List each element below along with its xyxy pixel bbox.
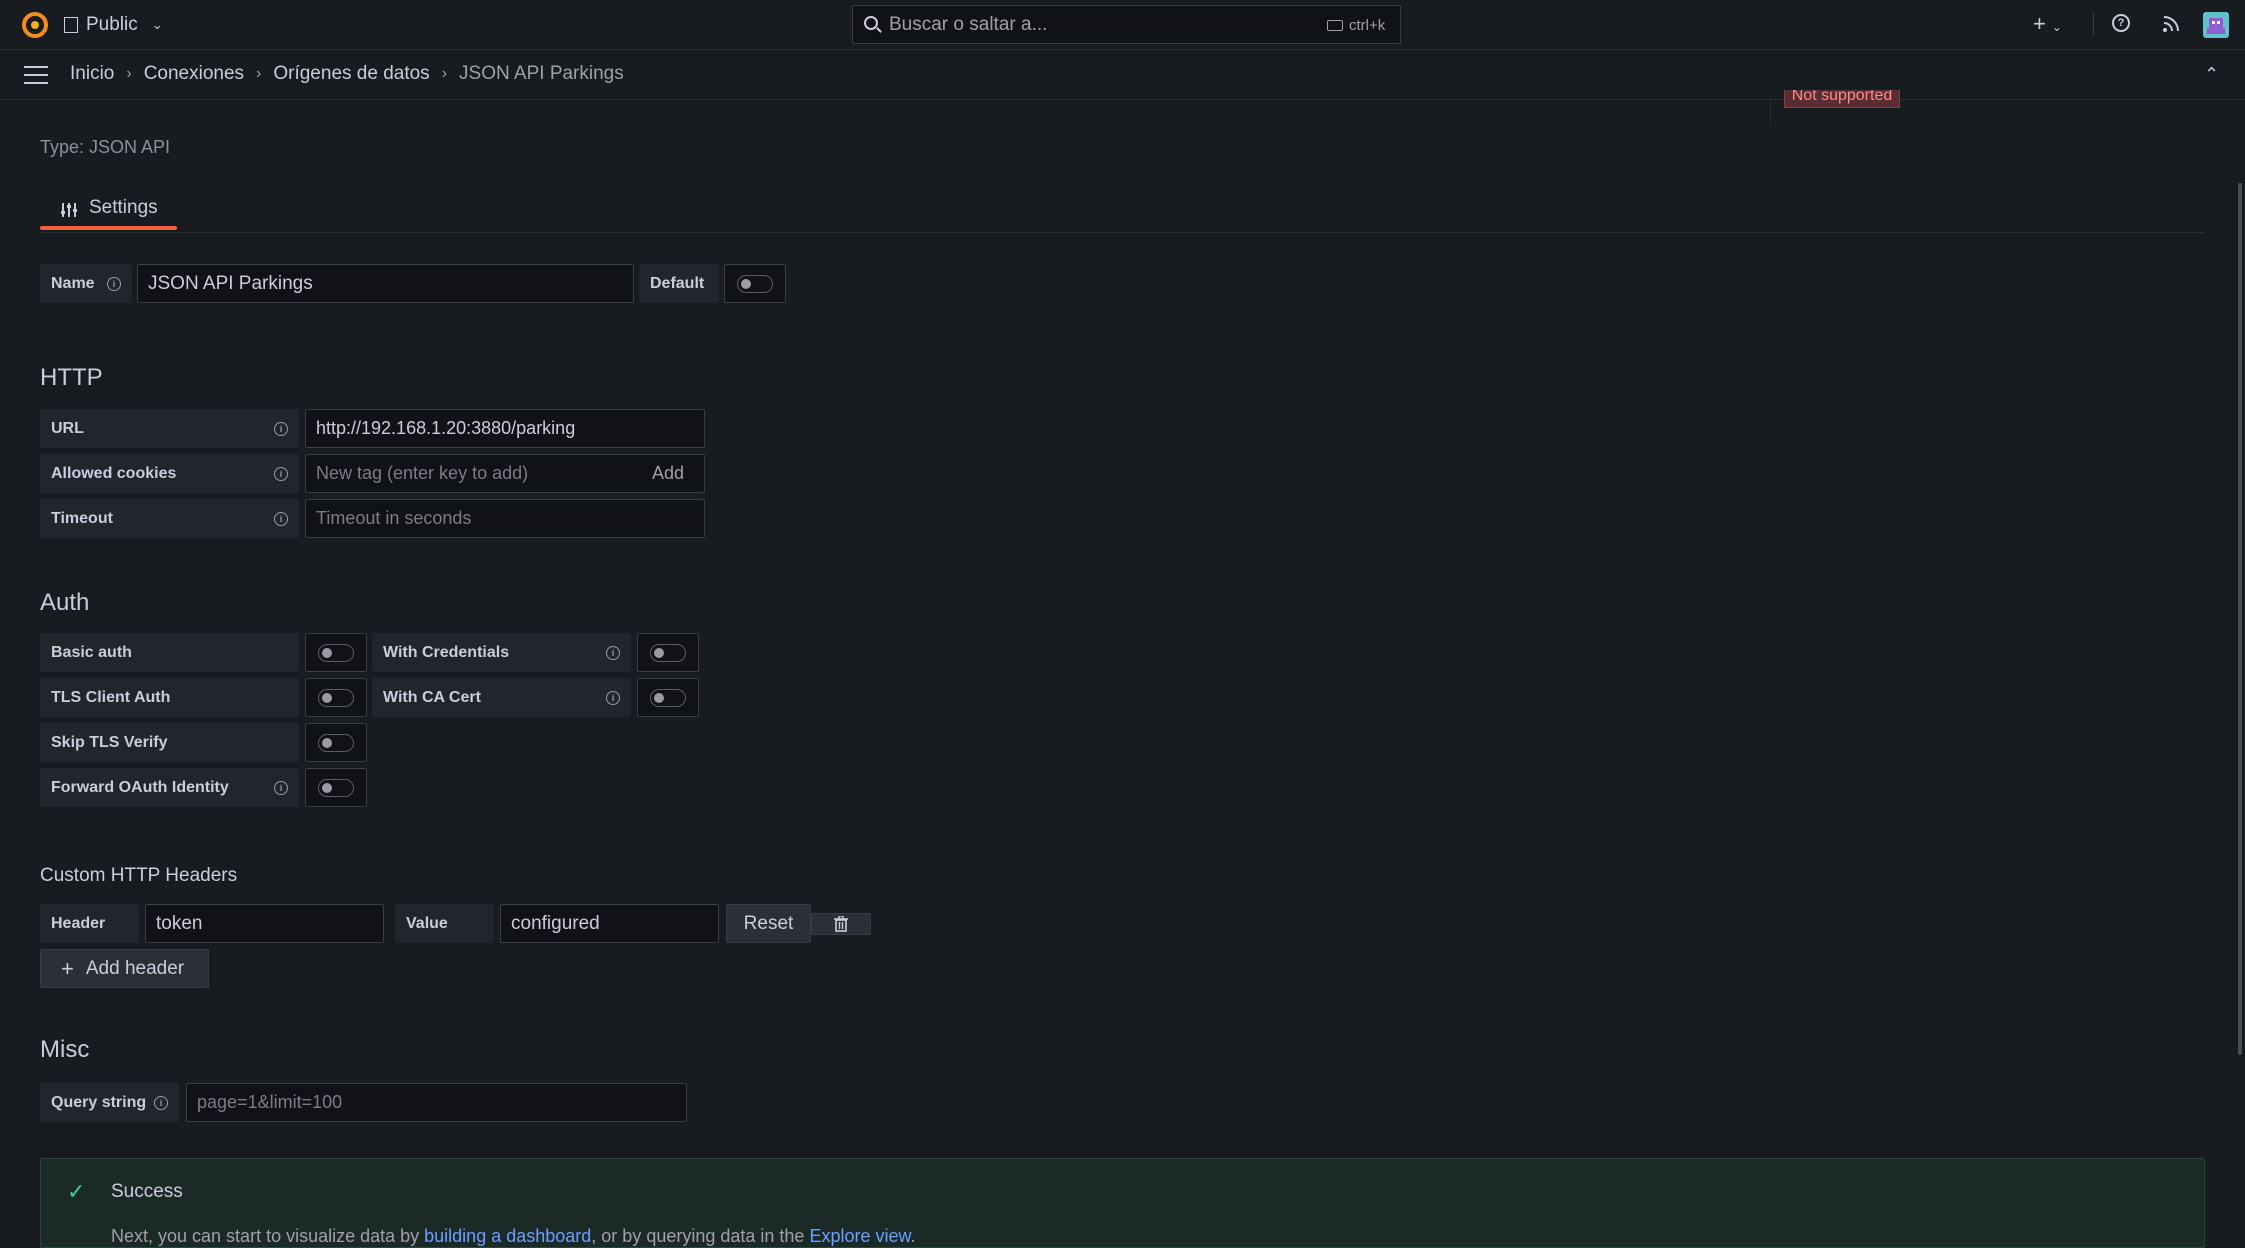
- breadcrumb-separator-icon: ›: [256, 65, 262, 82]
- plus-icon: +: [61, 955, 74, 981]
- chevron-down-icon: ⌄: [151, 17, 163, 32]
- toggle-switch: [318, 689, 354, 707]
- misc-section-title: Misc: [40, 1036, 90, 1063]
- toggle-switch: [650, 644, 686, 662]
- user-avatar[interactable]: [2203, 12, 2229, 38]
- info-icon[interactable]: i: [606, 691, 620, 705]
- scrollbar[interactable]: [2238, 183, 2242, 1055]
- success-title: Success: [111, 1181, 183, 1202]
- breadcrumb-separator-icon: ›: [126, 65, 132, 82]
- explore-view-link[interactable]: Explore view: [809, 1226, 910, 1246]
- breadcrumb-item-inicio[interactable]: Inicio: [70, 63, 114, 85]
- breadcrumb-bar: Inicio › Conexiones › Orígenes de datos …: [0, 50, 2245, 100]
- info-icon[interactable]: i: [154, 1096, 168, 1110]
- info-icon[interactable]: i: [274, 781, 288, 795]
- name-input[interactable]: JSON API Parkings: [137, 264, 634, 303]
- sliders-icon: [60, 201, 78, 219]
- chevron-up-icon[interactable]: ⌄: [2204, 62, 2219, 83]
- with-ca-cert-label: With CA Cert: [372, 678, 631, 717]
- header-name-input[interactable]: token: [145, 904, 384, 943]
- auth-section-title: Auth: [40, 589, 90, 616]
- search-shortcut: ctrl+k: [1349, 17, 1386, 34]
- forward-oauth-label: Forward OAuth Identity: [40, 768, 299, 807]
- info-icon[interactable]: i: [606, 646, 620, 660]
- custom-headers-title: Custom HTTP Headers: [40, 865, 238, 886]
- breadcrumb-item-origenes[interactable]: Orígenes de datos: [273, 63, 429, 85]
- main-content: Not supported Type: JSON API Settings Na…: [0, 90, 2245, 1248]
- reset-button[interactable]: Reset: [726, 904, 811, 943]
- building-icon: [64, 17, 78, 33]
- with-credentials-toggle[interactable]: [637, 633, 699, 672]
- toggle-switch: [650, 689, 686, 707]
- toggle-switch: [318, 779, 354, 797]
- allowed-cookies-input[interactable]: New tag (enter key to add) Add: [305, 454, 705, 493]
- toggle-switch: [318, 734, 354, 752]
- tab-settings-label: Settings: [89, 197, 158, 218]
- header-label: Header: [40, 904, 139, 943]
- tab-active-indicator: [40, 226, 177, 230]
- breadcrumb: Inicio › Conexiones › Orígenes de datos …: [70, 63, 624, 85]
- check-icon: ✓: [67, 1179, 86, 1204]
- info-icon[interactable]: i: [274, 467, 288, 481]
- building-dashboard-link[interactable]: building a dashboard: [424, 1226, 591, 1246]
- info-icon[interactable]: i: [107, 277, 121, 291]
- basic-auth-label: Basic auth: [40, 633, 299, 672]
- plus-icon: +: [2033, 11, 2046, 36]
- search-placeholder: Buscar o saltar a...: [889, 14, 1048, 35]
- add-header-button[interactable]: + Add header: [40, 949, 209, 988]
- not-supported-badge: Not supported: [1784, 90, 1900, 110]
- topbar-divider: [2093, 12, 2094, 36]
- http-section-title: HTTP: [40, 364, 103, 391]
- search-bar[interactable]: Buscar o saltar a... ctrl+k: [852, 5, 1401, 44]
- breadcrumb-item-current: JSON API Parkings: [459, 63, 624, 84]
- url-input[interactable]: http://192.168.1.20:3880/parking: [305, 409, 705, 448]
- success-alert: ✓ Success Next, you can start to visuali…: [40, 1158, 2205, 1248]
- org-switcher[interactable]: Public ⌄: [64, 13, 163, 37]
- query-string-input[interactable]: page=1&limit=100: [186, 1083, 687, 1122]
- url-label: URL: [40, 409, 299, 448]
- keyboard-icon: [1327, 20, 1343, 31]
- vertical-divider: [1770, 100, 1771, 124]
- tab-settings[interactable]: Settings: [40, 197, 177, 231]
- toggle-switch: [318, 644, 354, 662]
- with-credentials-label: With Credentials: [372, 633, 631, 672]
- menu-icon[interactable]: [24, 66, 48, 84]
- basic-auth-toggle[interactable]: [305, 633, 367, 672]
- header-value-input[interactable]: configured: [500, 904, 719, 943]
- tls-client-auth-toggle[interactable]: [305, 678, 367, 717]
- breadcrumb-item-conexiones[interactable]: Conexiones: [144, 63, 244, 85]
- timeout-label: Timeout: [40, 499, 299, 538]
- skip-tls-verify-label: Skip TLS Verify: [40, 723, 299, 762]
- value-label: Value: [395, 904, 494, 943]
- allowed-cookies-label: Allowed cookies: [40, 454, 299, 493]
- search-icon-handle: [876, 27, 882, 33]
- tls-client-auth-label: TLS Client Auth: [40, 678, 299, 717]
- grafana-logo-icon[interactable]: [20, 10, 50, 40]
- default-label: Default: [639, 264, 719, 303]
- add-cookie-button[interactable]: Add: [652, 463, 684, 484]
- toggle-switch: [737, 275, 773, 293]
- timeout-input[interactable]: Timeout in seconds: [305, 499, 705, 538]
- org-label: Public: [86, 14, 138, 35]
- new-button[interactable]: + ⌄: [2033, 11, 2062, 37]
- news-feed-icon[interactable]: [2161, 14, 2181, 34]
- trash-icon[interactable]: [811, 913, 871, 935]
- default-toggle[interactable]: [724, 264, 786, 303]
- breadcrumb-separator-icon: ›: [441, 65, 448, 82]
- top-bar: Public ⌄ Buscar o saltar a... ctrl+k + ⌄ …: [0, 0, 2245, 50]
- info-icon[interactable]: i: [274, 422, 288, 436]
- chevron-down-icon: ⌄: [2051, 20, 2062, 34]
- forward-oauth-toggle[interactable]: [305, 768, 367, 807]
- tab-divider: [40, 232, 2205, 233]
- help-icon[interactable]: ?: [2112, 14, 2130, 32]
- skip-tls-verify-toggle[interactable]: [305, 723, 367, 762]
- info-icon[interactable]: i: [274, 512, 288, 526]
- with-ca-cert-toggle[interactable]: [637, 678, 699, 717]
- type-text: Type: JSON API: [40, 137, 171, 157]
